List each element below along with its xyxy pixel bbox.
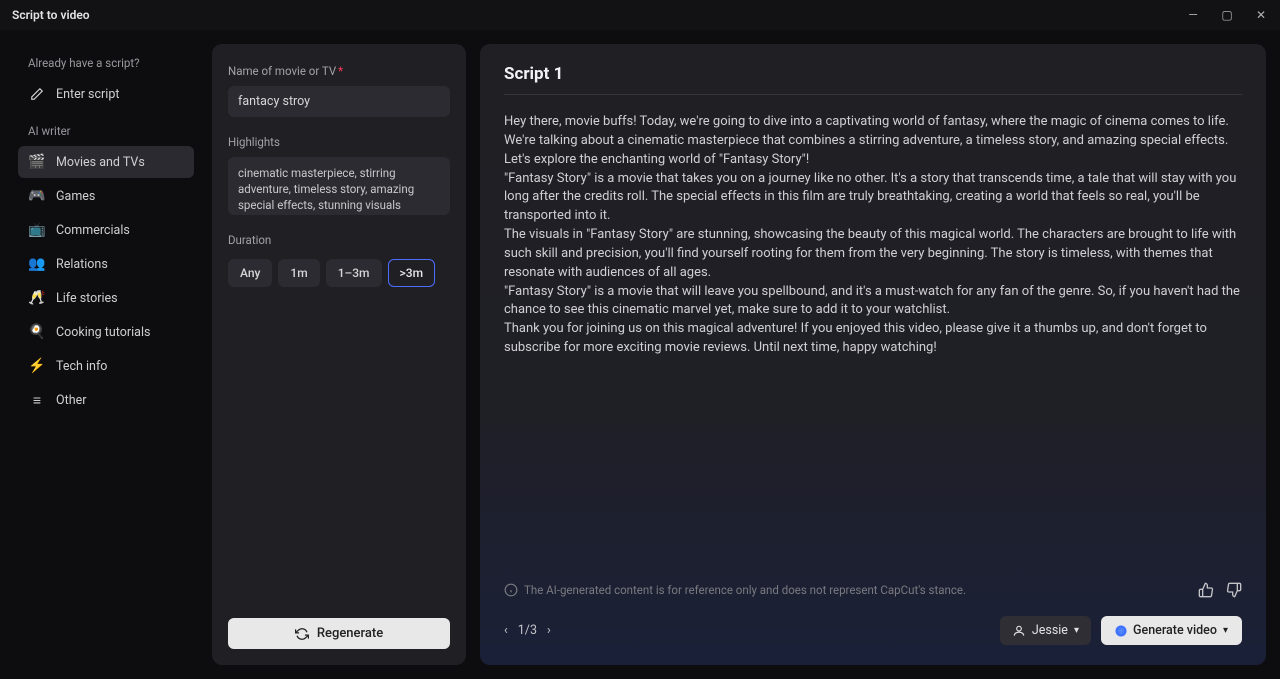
info-icon: [504, 583, 518, 597]
disclaimer-row: The AI-generated content is for referenc…: [504, 574, 1242, 612]
category-icon: 🥂: [28, 289, 46, 307]
duration-label: Duration: [228, 233, 450, 247]
highlights-input[interactable]: [228, 157, 450, 215]
category-icon: ⚡: [28, 357, 46, 375]
sidebar-item-games[interactable]: 🎮 Games: [18, 180, 194, 212]
script-title: Script 1: [504, 64, 1242, 95]
sidebar-item-label: Cooking tutorials: [56, 325, 150, 340]
sidebar-item-label: Commercials: [56, 223, 130, 238]
highlights-label: Highlights: [228, 135, 450, 149]
voice-selector[interactable]: Jessie ▾: [1000, 616, 1091, 645]
script-body: Hey there, movie buffs! Today, we're goi…: [504, 113, 1242, 574]
regenerate-button[interactable]: Regenerate: [228, 618, 450, 649]
page-indicator: 1/3: [518, 623, 537, 638]
close-button[interactable]: ✕: [1254, 8, 1268, 22]
page-prev[interactable]: ‹: [504, 623, 508, 638]
maximize-button[interactable]: ▢: [1220, 8, 1234, 22]
sidebar-item-tech-info[interactable]: ⚡ Tech info: [18, 350, 194, 382]
category-icon: 📺: [28, 221, 46, 239]
duration-option[interactable]: >3m: [388, 259, 436, 287]
pager: ‹ 1/3 ›: [504, 623, 551, 638]
sidebar-section-script: Already have a script?: [18, 52, 194, 78]
sidebar-item-label: Other: [56, 393, 86, 408]
sidebar-item-label: Games: [56, 189, 95, 204]
enter-script-item[interactable]: Enter script: [18, 78, 194, 110]
category-icon: 🎬: [28, 153, 46, 171]
sidebar-item-other[interactable]: ≡ Other: [18, 384, 194, 416]
refresh-icon: [295, 627, 309, 641]
category-icon: 🎮: [28, 187, 46, 205]
content-panel: Script 1 Hey there, movie buffs! Today, …: [480, 44, 1266, 665]
chevron-down-icon: ▾: [1223, 625, 1228, 636]
duration-row: Any1m1–3m>3m: [228, 259, 450, 287]
chevron-down-icon: ▾: [1074, 625, 1079, 636]
duration-option[interactable]: 1–3m: [326, 259, 382, 287]
window-title: Script to video: [12, 8, 90, 22]
sidebar-item-label: Life stories: [56, 291, 118, 306]
category-icon: ≡: [28, 391, 46, 409]
sidebar-item-life-stories[interactable]: 🥂 Life stories: [18, 282, 194, 314]
voice-icon: [1012, 624, 1026, 638]
sidebar-item-movies-and-tvs[interactable]: 🎬 Movies and TVs: [18, 146, 194, 178]
duration-option[interactable]: Any: [228, 259, 272, 287]
sidebar-section-ai: AI writer: [18, 120, 194, 146]
name-label: Name of movie or TV*: [228, 64, 450, 78]
window-controls: — ▢ ✕: [1186, 8, 1268, 22]
sidebar-item-label: Tech info: [56, 359, 107, 374]
sidebar-item-cooking-tutorials[interactable]: 🍳 Cooking tutorials: [18, 316, 194, 348]
thumbs-up-icon[interactable]: [1198, 582, 1214, 598]
disclaimer-text: The AI-generated content is for referenc…: [524, 583, 966, 597]
minimize-button[interactable]: —: [1186, 8, 1200, 22]
bottom-bar: ‹ 1/3 › Jessie ▾ Generate video ▾: [504, 612, 1242, 645]
spark-icon: [1115, 625, 1127, 637]
duration-option[interactable]: 1m: [278, 259, 319, 287]
generate-video-button[interactable]: Generate video ▾: [1101, 616, 1242, 645]
title-bar: Script to video — ▢ ✕: [0, 0, 1280, 30]
form-panel: Name of movie or TV* Highlights Duration…: [212, 44, 466, 665]
sidebar-item-relations[interactable]: 👥 Relations: [18, 248, 194, 280]
sidebar-item-label: Movies and TVs: [56, 155, 145, 170]
sidebar-item-label: Relations: [56, 257, 108, 272]
enter-script-label: Enter script: [56, 87, 119, 102]
pencil-icon: [28, 85, 46, 103]
category-icon: 👥: [28, 255, 46, 273]
thumbs-down-icon[interactable]: [1226, 582, 1242, 598]
sidebar: Already have a script? Enter script AI w…: [14, 44, 198, 665]
name-input[interactable]: [228, 86, 450, 117]
page-next[interactable]: ›: [547, 623, 551, 638]
sidebar-item-commercials[interactable]: 📺 Commercials: [18, 214, 194, 246]
category-icon: 🍳: [28, 323, 46, 341]
